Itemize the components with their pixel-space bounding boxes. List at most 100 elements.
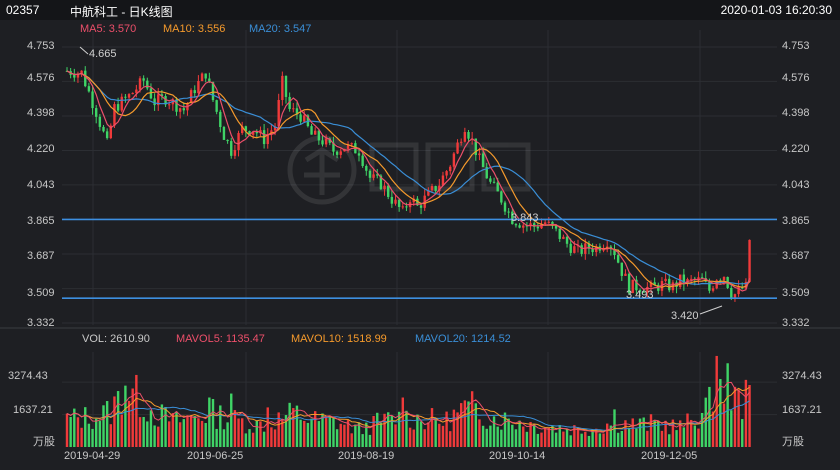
candle-body bbox=[463, 132, 467, 142]
candle-body bbox=[339, 151, 342, 155]
volume-bar bbox=[722, 403, 726, 447]
candle-body bbox=[387, 185, 390, 197]
volume-bar bbox=[726, 363, 729, 447]
mid-annotation: 3.493 bbox=[626, 289, 654, 301]
volume-bar bbox=[84, 407, 87, 447]
candle-body bbox=[200, 73, 204, 82]
volume-bar bbox=[91, 428, 94, 447]
volume-bar bbox=[138, 417, 142, 447]
volume-bar bbox=[299, 419, 302, 447]
candle-body bbox=[478, 153, 481, 156]
candle-body bbox=[361, 155, 364, 166]
candle-body bbox=[445, 171, 448, 176]
volume-bar bbox=[376, 412, 379, 447]
volume-bar bbox=[430, 408, 434, 447]
candle-body bbox=[215, 100, 218, 112]
candle-body bbox=[95, 108, 98, 117]
candle-body bbox=[193, 90, 196, 94]
volume-bar bbox=[120, 414, 123, 447]
volume-bar bbox=[237, 418, 240, 447]
volume-bar bbox=[438, 423, 441, 447]
volume-bar bbox=[460, 403, 463, 447]
volume-bar bbox=[226, 422, 229, 447]
annotation-leader bbox=[79, 46, 89, 55]
candle-body bbox=[430, 186, 434, 191]
volume-bar bbox=[354, 424, 357, 447]
volume-bar bbox=[157, 426, 160, 447]
candle-body bbox=[317, 130, 321, 141]
candle-body bbox=[368, 170, 372, 178]
candle-body bbox=[350, 143, 353, 145]
candle-body bbox=[405, 206, 408, 208]
volume-bar bbox=[540, 432, 543, 447]
volume-bar bbox=[215, 428, 218, 447]
volume-bar bbox=[675, 430, 678, 447]
volume-bar bbox=[627, 427, 631, 447]
volume-bar bbox=[65, 413, 69, 447]
candle-body bbox=[299, 114, 302, 122]
candle-body bbox=[87, 86, 91, 92]
volume-bar bbox=[511, 424, 514, 447]
volume-bar bbox=[168, 421, 171, 447]
volume-bar bbox=[204, 423, 207, 447]
volume-bar bbox=[211, 399, 215, 447]
candle-body bbox=[178, 108, 182, 112]
volume-bar bbox=[423, 429, 426, 447]
candle-body bbox=[182, 108, 185, 111]
volume-bar bbox=[525, 431, 529, 447]
candle-body bbox=[335, 151, 339, 155]
candle-body bbox=[357, 153, 361, 156]
candlestick-chart: 4.665 3.420 3.843 3.493 bbox=[0, 30, 840, 448]
volume-bar bbox=[748, 385, 751, 447]
candle-body bbox=[142, 78, 145, 81]
candle-body bbox=[98, 116, 102, 127]
candle-body bbox=[138, 78, 142, 90]
candle-body bbox=[733, 294, 737, 298]
volume-bar bbox=[116, 391, 120, 447]
volume-bar bbox=[427, 422, 430, 447]
volume-bar bbox=[189, 415, 193, 447]
volume-bar bbox=[255, 420, 258, 447]
volume-bar bbox=[715, 355, 718, 447]
volume-bar bbox=[87, 423, 91, 447]
volume-bar bbox=[131, 388, 134, 447]
volume-bar bbox=[741, 419, 744, 447]
candle-body bbox=[489, 178, 492, 182]
volume-bar bbox=[551, 425, 554, 447]
candle-body bbox=[390, 196, 394, 204]
candle-body bbox=[131, 92, 134, 95]
candle-body bbox=[689, 278, 693, 280]
candle-body bbox=[175, 99, 178, 112]
volume-bar bbox=[631, 418, 634, 447]
volume-bar bbox=[686, 413, 689, 447]
volume-bar bbox=[171, 413, 175, 447]
volume-bar bbox=[533, 424, 536, 447]
volume-bar bbox=[434, 418, 437, 447]
candle-body bbox=[233, 150, 237, 156]
volume-bar bbox=[324, 416, 328, 447]
volume-bar bbox=[416, 414, 419, 447]
volume-bar bbox=[262, 431, 266, 447]
candle-body bbox=[204, 73, 207, 79]
candle-body bbox=[708, 281, 711, 291]
candle-body bbox=[168, 104, 171, 106]
volume-bar bbox=[208, 397, 211, 447]
candle-body bbox=[562, 236, 565, 239]
candle-body bbox=[324, 138, 328, 145]
candle-body bbox=[580, 245, 583, 254]
candle-body bbox=[543, 222, 547, 225]
candle-body bbox=[518, 225, 521, 228]
candle-body bbox=[102, 126, 105, 132]
volume-bars bbox=[65, 355, 751, 447]
volume-bar bbox=[445, 411, 448, 447]
volume-bar bbox=[387, 412, 390, 447]
candle-body bbox=[624, 273, 627, 276]
volume-bar bbox=[251, 432, 255, 447]
volume-bar bbox=[598, 433, 602, 447]
volume-bar bbox=[102, 405, 105, 447]
volume-bar bbox=[606, 423, 609, 447]
volume-bar bbox=[408, 427, 412, 447]
volume-bar bbox=[620, 431, 623, 447]
candle-body bbox=[284, 75, 288, 97]
volume-bar bbox=[182, 419, 185, 447]
